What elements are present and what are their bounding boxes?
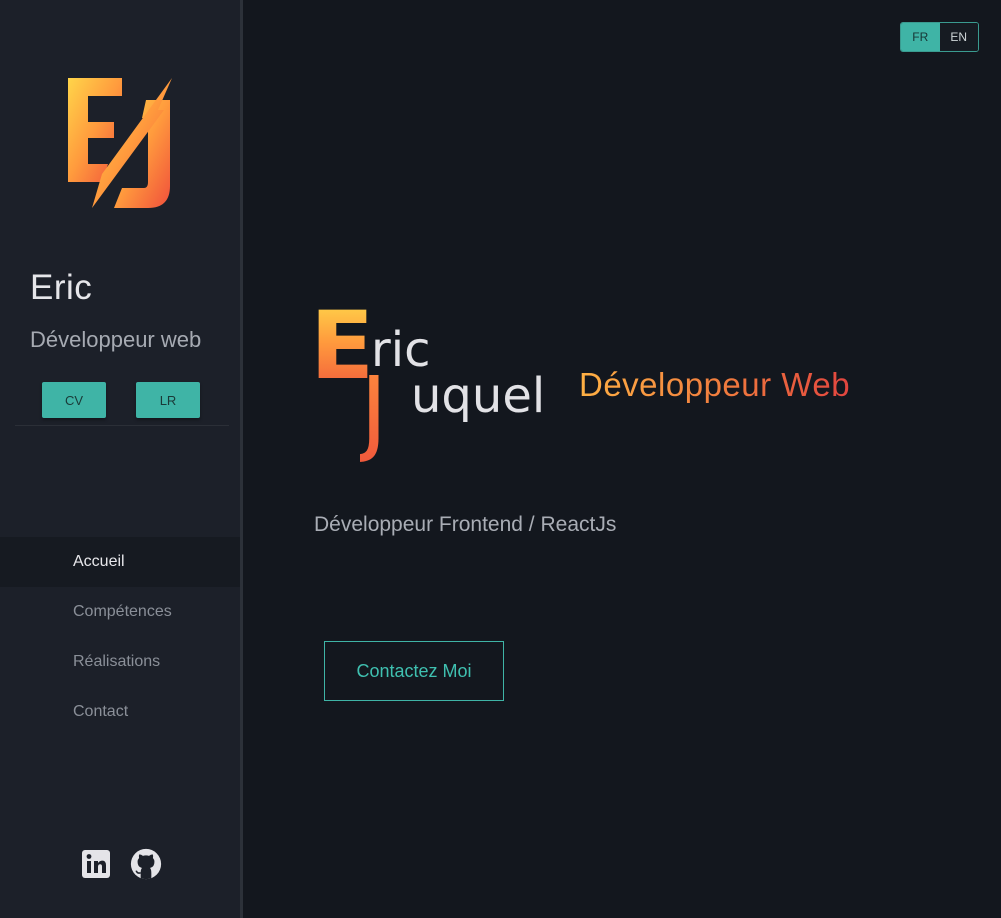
sidebar: Eric Développeur web CV LR Accueil Compé… [0,0,243,918]
nav-item-competences[interactable]: Compétences [0,587,240,637]
linkedin-icon[interactable] [80,846,112,882]
language-toggle: FR EN [900,22,979,52]
hero-subtitle: Développeur Frontend / ReactJs [314,513,617,536]
hero-title: Développeur Web [579,366,851,403]
hero-logo-uquel: uquel [411,368,546,424]
github-icon[interactable] [130,846,162,882]
ej-logo[interactable] [62,74,182,214]
contact-button[interactable]: Contactez Moi [324,641,504,701]
hero-name-logo: E ric J uquel [310,300,560,465]
nav-item-contact[interactable]: Contact [0,687,240,737]
sidebar-role: Développeur web [30,327,202,352]
sidebar-divider [15,425,229,426]
app-root: Eric Développeur web CV LR Accueil Compé… [0,0,1001,918]
cv-button[interactable]: CV [42,382,106,418]
hero-logo-j: J [360,357,388,466]
sidebar-name: Eric [30,268,93,307]
social-links [80,846,162,882]
nav-item-accueil[interactable]: Accueil [0,537,240,587]
lang-fr-button[interactable]: FR [901,23,940,51]
lang-en-button[interactable]: EN [939,23,978,51]
nav-item-realisations[interactable]: Réalisations [0,637,240,687]
sidebar-nav: Accueil Compétences Réalisations Contact [0,537,240,737]
lr-button[interactable]: LR [136,382,200,418]
